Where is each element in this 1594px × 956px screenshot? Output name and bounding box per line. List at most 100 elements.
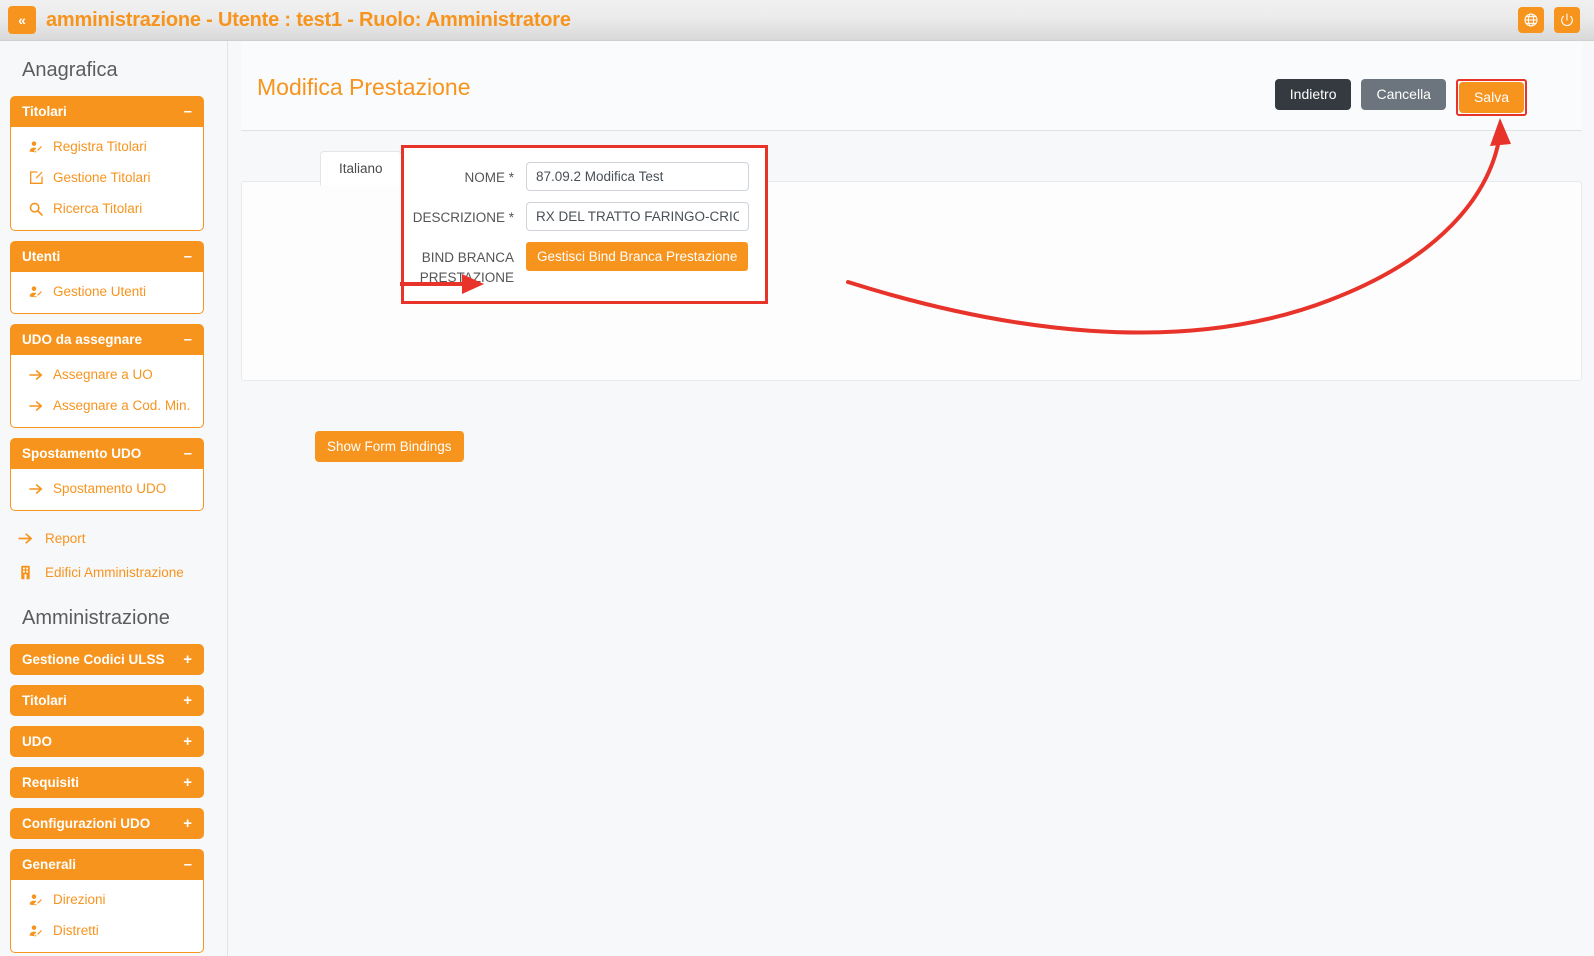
sidebar-item-report[interactable]: Report [10,521,204,555]
form-row-nome: NOME * [412,162,749,191]
sidebar-item-distretti[interactable]: Distretti [11,915,203,946]
sidebar-item-assegnare-a-uo[interactable]: Assegnare a UO [11,359,203,390]
sidebar-group-configurazioni-udo: Configurazioni UDO + [10,808,204,839]
show-form-bindings-button[interactable]: Show Form Bindings [315,431,464,462]
collapse-sign-icon: – [184,449,192,459]
page-title: Modifica Prestazione [257,74,471,101]
sidebar-group-header-requisiti[interactable]: Requisiti + [10,767,204,798]
save-button-highlight: Salva [1456,79,1527,116]
descrizione-label: DESCRIZIONE * [412,202,526,228]
group-label: Titolari [22,104,67,119]
sidebar-item-gestione-utenti[interactable]: Gestione Utenti [11,276,203,307]
sidebar-item-edifici-amministrazione[interactable]: Edifici Amministrazione [10,555,204,589]
descrizione-input[interactable] [526,202,749,231]
sidebar-item-label: Spostamento UDO [53,481,166,496]
group-label: Spostamento UDO [22,446,141,461]
sidebar-group-utenti: Utenti – Gestione Utenti [10,241,204,314]
sidebar-group-header-utenti[interactable]: Utenti – [10,241,204,272]
search-icon [27,200,44,217]
user-add-icon [27,891,44,908]
form-panel: Italiano NOME * DESCRIZIONE * BIND BRANC… [241,181,1582,381]
tab-strip: Italiano [320,151,402,186]
page-action-buttons: Indietro Cancella Salva [1275,79,1527,116]
header-actions [1518,7,1594,33]
edit-square-icon [27,169,44,186]
gestisci-bind-branca-prestazione-button[interactable]: Gestisci Bind Branca Prestazione [526,242,748,271]
sidebar-group-generali: Generali – Direzioni Distretti [10,849,204,953]
arrow-right-icon [27,480,44,497]
sidebar-group-body-utenti: Gestione Utenti [10,272,204,314]
sidebar-group-header-gestione-codici-ulss[interactable]: Gestione Codici ULSS + [10,644,204,675]
expand-sign-icon: + [183,655,192,665]
sidebar-item-ricerca-titolari[interactable]: Ricerca Titolari [11,193,203,224]
back-button[interactable]: Indietro [1275,79,1352,110]
group-label: UDO [22,734,52,749]
form-fields-highlight: NOME * DESCRIZIONE * BIND BRANCA PRESTAZ… [401,145,768,304]
sidebar-section-title-amministrazione: Amministrazione [10,589,204,644]
group-label: UDO da assegnare [22,332,142,347]
arrow-right-icon [16,529,34,547]
bind-branca-label: BIND BRANCA PRESTAZIONE [412,242,526,287]
sidebar-item-registra-titolari[interactable]: Registra Titolari [11,131,203,162]
nome-label: NOME * [412,162,526,188]
nome-input[interactable] [526,162,749,191]
collapse-sign-icon: – [184,860,192,870]
sidebar-item-label: Assegnare a UO [53,367,153,382]
building-icon [16,563,34,581]
sidebar-group-header-udo[interactable]: UDO + [10,726,204,757]
sidebar-item-label: Distretti [53,923,99,938]
sidebar-item-gestione-titolari[interactable]: Gestione Titolari [11,162,203,193]
double-chevron-left-icon[interactable]: « [8,6,36,34]
sidebar-group-body-udo-da-assegnare: Assegnare a UO Assegnare a Cod. Min. [10,355,204,428]
user-add-icon [27,138,44,155]
arrow-right-icon [27,397,44,414]
sidebar-group-body-spostamento-udo: Spostamento UDO [10,469,204,511]
sidebar-group-header-generali[interactable]: Generali – [10,849,204,880]
sidebar-item-spostamento-udo[interactable]: Spostamento UDO [11,473,203,504]
sidebar-group-spostamento-udo: Spostamento UDO – Spostamento UDO [10,438,204,511]
sidebar-group-udo: UDO + [10,726,204,757]
globe-icon[interactable] [1518,7,1544,33]
collapse-sign-icon: – [184,335,192,345]
user-add-icon [27,283,44,300]
sidebar-group-titolari: Titolari – Registra Titolari Gestione Ti… [10,96,204,231]
sidebar-group-header-titolari-admin[interactable]: Titolari + [10,685,204,716]
page-title-header: amministrazione - Utente : test1 - Ruolo… [46,9,571,32]
sidebar-group-body-generali: Direzioni Distretti [10,880,204,953]
sidebar-section-title-anagrafica: Anagrafica [10,41,204,96]
main-content: Modifica Prestazione Indietro Cancella S… [229,41,1594,956]
sidebar-item-assegnare-a-cod-min[interactable]: Assegnare a Cod. Min. [11,390,203,421]
save-button[interactable]: Salva [1459,82,1524,113]
tab-italiano[interactable]: Italiano [320,151,402,186]
group-label: Gestione Codici ULSS [22,652,165,667]
sidebar-group-header-configurazioni-udo[interactable]: Configurazioni UDO + [10,808,204,839]
cancel-button[interactable]: Cancella [1361,79,1445,110]
group-label: Utenti [22,249,60,264]
group-label: Generali [22,857,76,872]
sidebar-item-label: Registra Titolari [53,139,147,154]
sidebar-group-header-spostamento-udo[interactable]: Spostamento UDO – [10,438,204,469]
sidebar-item-label: Edifici Amministrazione [45,565,184,580]
arrow-right-icon [27,366,44,383]
form-row-bind-branca: BIND BRANCA PRESTAZIONE Gestisci Bind Br… [412,242,749,287]
group-label: Requisiti [22,775,79,790]
user-add-icon [27,922,44,939]
power-icon[interactable] [1554,7,1580,33]
sidebar-group-header-titolari[interactable]: Titolari – [10,96,204,127]
expand-sign-icon: + [183,696,192,706]
collapse-sign-icon: – [184,107,192,117]
expand-sign-icon: + [183,778,192,788]
sidebar-item-direzioni[interactable]: Direzioni [11,884,203,915]
group-label: Configurazioni UDO [22,816,150,831]
sidebar: Anagrafica Titolari – Registra Titolari … [0,41,228,956]
sidebar-group-body-titolari: Registra Titolari Gestione Titolari Rice… [10,127,204,231]
collapse-sign-icon: – [184,252,192,262]
sidebar-item-label: Ricerca Titolari [53,201,142,216]
sidebar-group-requisiti: Requisiti + [10,767,204,798]
page-header: Modifica Prestazione Indietro Cancella S… [241,41,1582,131]
sidebar-item-label: Gestione Utenti [53,284,146,299]
sidebar-group-header-udo-da-assegnare[interactable]: UDO da assegnare – [10,324,204,355]
sidebar-content: Anagrafica Titolari – Registra Titolari … [0,41,212,956]
sidebar-item-label: Gestione Titolari [53,170,151,185]
sidebar-group-udo-da-assegnare: UDO da assegnare – Assegnare a UO Assegn… [10,324,204,428]
